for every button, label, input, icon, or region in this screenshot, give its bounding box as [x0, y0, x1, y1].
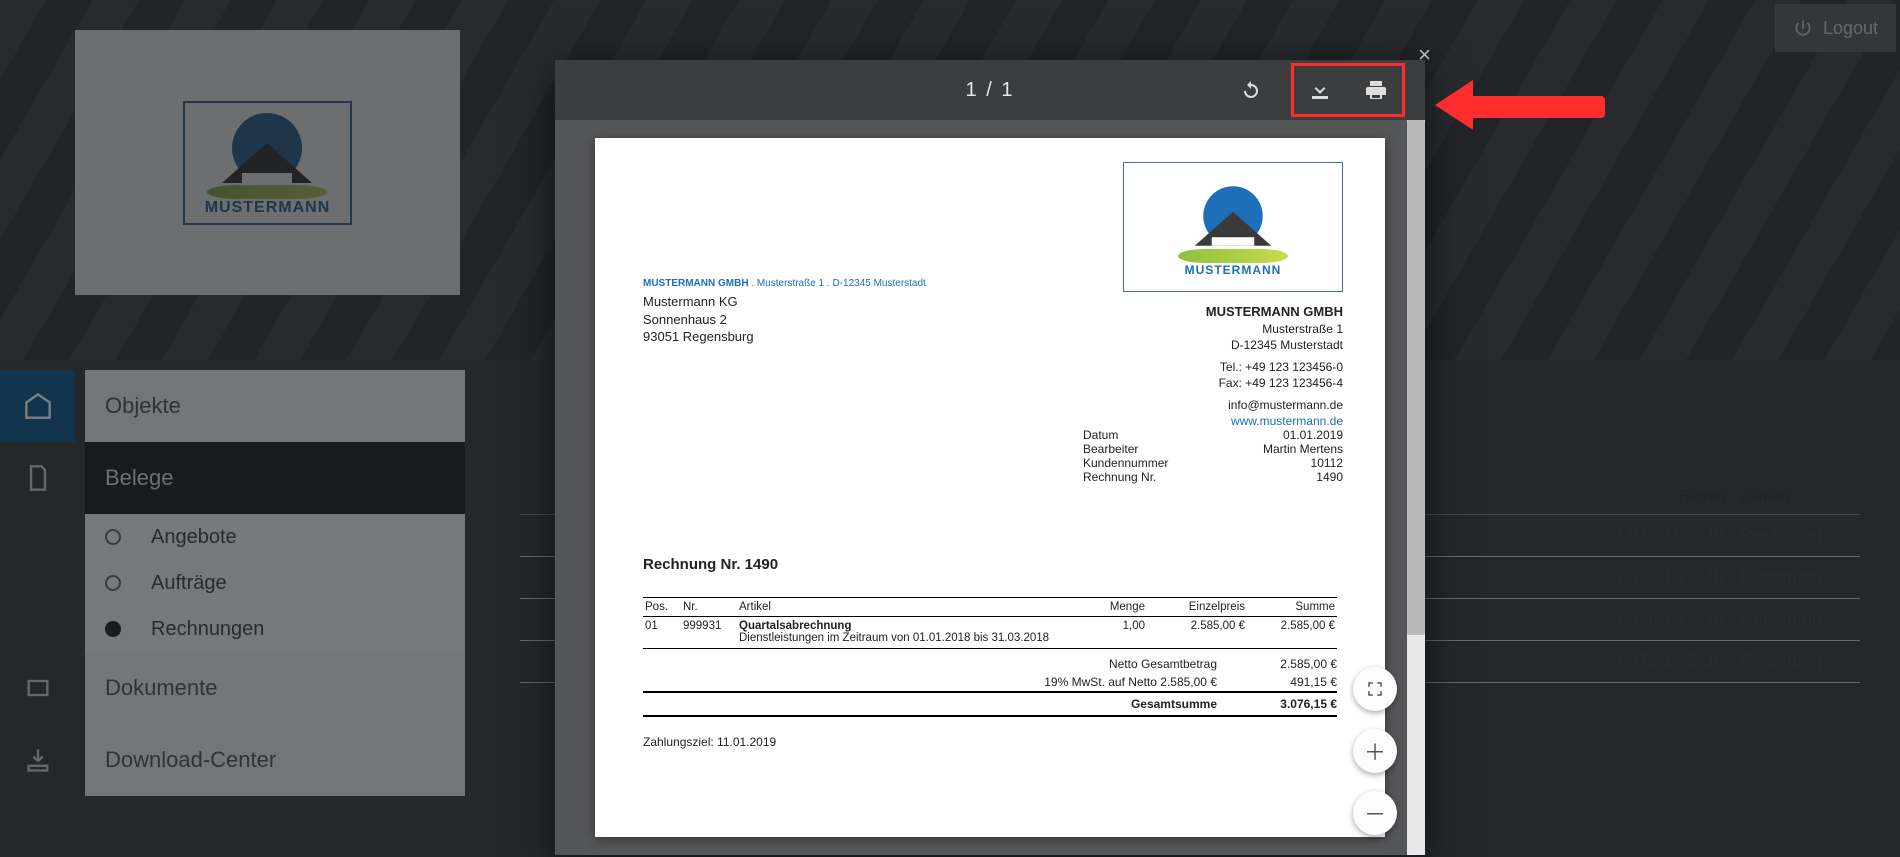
rotate-icon	[1239, 78, 1263, 102]
page-indicator: 1 / 1	[966, 79, 1015, 102]
annotation-arrow	[1435, 80, 1605, 130]
pdf-toolbar: 1 / 1	[555, 60, 1425, 120]
netto-value: 2.585,00 €	[1247, 657, 1337, 671]
cell-artikel-desc: Dienstleistungen im Zeitraum von 01.01.2…	[739, 632, 1049, 644]
doc-logo: MUSTERMANN	[1123, 162, 1343, 292]
item-row: 01 999931 Quartalsabrechnung Dienstleist…	[643, 616, 1337, 647]
cell-menge: 1,00	[1077, 616, 1147, 647]
meta-date-value: 01.01.2019	[1283, 428, 1343, 442]
doc-logo-text: MUSTERMANN	[1178, 263, 1288, 277]
mwst-value: 491,15 €	[1247, 675, 1337, 689]
doc-pay-term: Zahlungsziel: 11.01.2019	[643, 735, 1337, 749]
meta-editor-value: Martin Mertens	[1263, 442, 1343, 456]
company-street: Musterstraße 1	[1206, 321, 1343, 337]
download-button[interactable]	[1298, 68, 1342, 112]
netto-label: Netto Gesamtbetrag	[957, 657, 1217, 671]
doc-company-block: MUSTERMANN GMBH Musterstraße 1 D-12345 M…	[1206, 303, 1343, 430]
th-summe: Summe	[1247, 597, 1337, 616]
company-tel: Tel.: +49 123 123456-0	[1206, 359, 1343, 375]
mwst-label: 19% MwSt. auf Netto 2.585,00 €	[957, 675, 1217, 689]
doc-sender-company: MUSTERMANN GMBH	[643, 278, 749, 289]
doc-sender-rest: . Musterstraße 1 . D-12345 Musterstadt	[749, 278, 926, 289]
cell-nr: 999931	[681, 616, 737, 647]
doc-title: Rechnung Nr. 1490	[643, 556, 1337, 573]
doc-logo-mark	[1186, 186, 1280, 246]
pdf-scrollbar[interactable]	[1407, 120, 1425, 855]
company-city: D-12345 Musterstadt	[1206, 337, 1343, 353]
pdf-zoom-controls: ＋ －	[1353, 667, 1397, 835]
meta-custno-label: Kundennummer	[1083, 456, 1168, 470]
doc-totals: Netto Gesamtbetrag 2.585,00 € 19% MwSt. …	[643, 655, 1337, 717]
doc-items-table: Pos. Nr. Artikel Menge Einzelpreis Summe…	[643, 597, 1337, 650]
annotation-highlight	[1291, 63, 1405, 117]
th-artikel: Artikel	[737, 597, 1077, 616]
cell-einzelpreis: 2.585,00 €	[1147, 616, 1247, 647]
fit-icon	[1366, 680, 1384, 698]
fit-page-button[interactable]	[1353, 667, 1397, 711]
pdf-viewer-modal: × 1 / 1 ＋ －	[555, 60, 1425, 855]
zoom-in-button[interactable]: ＋	[1353, 729, 1397, 773]
print-icon	[1364, 78, 1388, 102]
meta-editor-label: Bearbeiter	[1083, 442, 1138, 456]
company-email: info@mustermann.de	[1206, 397, 1343, 413]
doc-meta: Datum 01.01.2019 Bearbeiter Martin Mertens…	[1083, 428, 1343, 484]
meta-date-label: Datum	[1083, 428, 1118, 442]
gesamt-label: Gesamtsumme	[957, 697, 1217, 711]
zoom-out-button[interactable]: －	[1353, 791, 1397, 835]
cell-pos: 01	[643, 616, 681, 647]
pdf-body: ＋ － MUSTERMANN MUSTERMANN GMBH . Musters…	[555, 120, 1425, 855]
meta-invno-label: Rechnung Nr.	[1083, 470, 1156, 484]
cell-summe: 2.585,00 €	[1247, 616, 1337, 647]
cell-artikel-title: Quartalsabrechnung	[739, 620, 851, 632]
meta-invno-value: 1490	[1316, 470, 1343, 484]
meta-custno-value: 10112	[1311, 456, 1343, 470]
print-button[interactable]	[1354, 68, 1398, 112]
gesamt-value: 3.076,15 €	[1247, 697, 1337, 711]
close-button[interactable]: ×	[1418, 42, 1431, 68]
company-fax: Fax: +49 123 123456-4	[1206, 375, 1343, 391]
th-menge: Menge	[1077, 597, 1147, 616]
th-nr: Nr.	[681, 597, 737, 616]
pdf-page: MUSTERMANN MUSTERMANN GMBH . Musterstraß…	[595, 138, 1385, 837]
company-name: MUSTERMANN GMBH	[1206, 303, 1343, 321]
download-icon	[1308, 78, 1332, 102]
th-pos: Pos.	[643, 597, 681, 616]
rotate-button[interactable]	[1229, 68, 1273, 112]
th-einzelpreis: Einzelpreis	[1147, 597, 1247, 616]
